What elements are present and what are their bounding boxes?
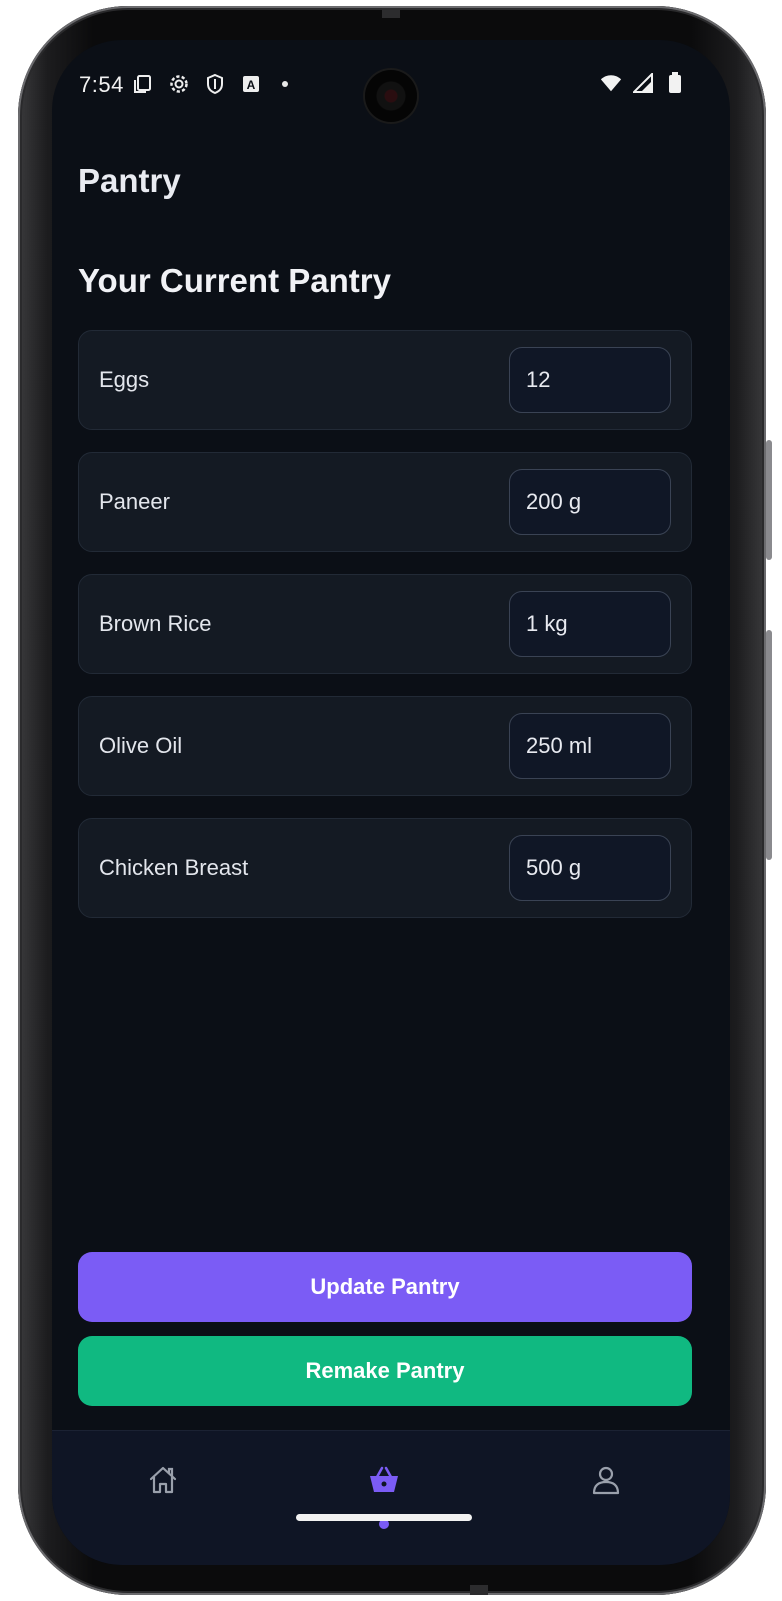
pantry-item-brown-rice: Brown Rice 1 kg <box>78 574 692 674</box>
pantry-item-olive-oil: Olive Oil 250 ml <box>78 696 692 796</box>
bottom-nav <box>52 1430 730 1565</box>
frame-antenna-line <box>470 1585 488 1595</box>
battery-icon <box>664 72 686 94</box>
pantry-item-chicken-breast: Chicken Breast 500 g <box>78 818 692 918</box>
quantity-input[interactable]: 500 g <box>509 835 671 901</box>
wifi-icon <box>600 72 622 94</box>
update-pantry-button[interactable]: Update Pantry <box>78 1252 692 1322</box>
status-icons-left: A <box>132 73 288 95</box>
quantity-input[interactable]: 1 kg <box>509 591 671 657</box>
nav-profile[interactable] <box>583 1459 629 1505</box>
nav-pantry[interactable] <box>361 1459 407 1505</box>
item-name: Brown Rice <box>99 611 212 636</box>
remake-pantry-button[interactable]: Remake Pantry <box>78 1336 692 1406</box>
item-name: Chicken Breast <box>99 855 249 880</box>
gesture-bar[interactable] <box>296 1514 472 1521</box>
item-name: Eggs <box>99 367 150 392</box>
power-button <box>766 630 772 860</box>
frame-antenna-line <box>382 8 400 18</box>
pantry-list: Eggs 12 Paneer 200 g Brown Rice 1 kg Oli… <box>78 330 692 940</box>
status-icons-right <box>600 72 686 94</box>
keyboard-a-icon: A <box>240 73 262 95</box>
pantry-item-paneer: Paneer 200 g <box>78 452 692 552</box>
notification-dot-icon <box>282 81 288 87</box>
settings-gear-icon <box>168 73 190 95</box>
basket-icon <box>367 1464 401 1501</box>
nav-home[interactable] <box>140 1459 186 1505</box>
quantity-input[interactable]: 250 ml <box>509 713 671 779</box>
shield-icon <box>204 73 226 95</box>
volume-button <box>766 440 772 560</box>
quantity-input[interactable]: 200 g <box>509 469 671 535</box>
screenshot-icon <box>132 73 154 95</box>
item-name: Olive Oil <box>99 733 183 758</box>
pantry-item-eggs: Eggs 12 <box>78 330 692 430</box>
quantity-input[interactable]: 12 <box>509 347 671 413</box>
page-title: Pantry <box>78 162 181 199</box>
svg-text:A: A <box>247 78 256 92</box>
home-icon <box>147 1464 179 1501</box>
section-heading: Your Current Pantry <box>78 262 391 299</box>
status-time: 7:54 <box>79 72 124 97</box>
profile-icon <box>590 1464 622 1501</box>
screen: 7:54 A Pantry Your Current Pantry Eggs 1… <box>52 40 730 1565</box>
front-camera <box>365 70 417 122</box>
signal-icon <box>632 72 654 94</box>
item-name: Paneer <box>99 489 170 514</box>
status-bar: 7:54 A <box>52 40 730 130</box>
